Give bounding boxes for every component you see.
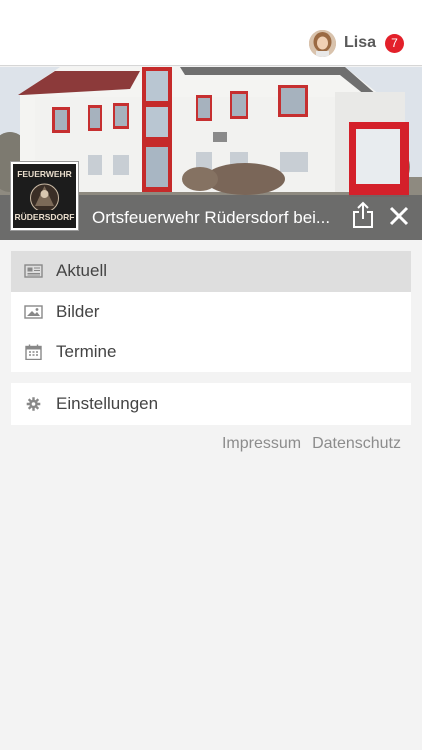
menu-item-einstellungen[interactable]: Einstellungen [11, 383, 411, 425]
footer-links: Impressum Datenschutz [222, 435, 401, 453]
user-menu[interactable]: Lisa 7 [308, 29, 404, 57]
image-icon [24, 305, 43, 319]
menu-item-label: Bilder [56, 301, 100, 321]
notification-badge[interactable]: 7 [385, 33, 404, 53]
svg-text:FEUERWEHR: FEUERWEHR [17, 169, 72, 179]
menu-item-label: Einstellungen [56, 394, 159, 413]
gear-icon [26, 397, 41, 411]
user-name[interactable]: Lisa [344, 34, 376, 52]
menu-item-termine[interactable]: Termine [11, 332, 411, 373]
menu-item-label: Termine [56, 342, 117, 362]
share-icon [353, 201, 373, 228]
menu-item-aktuell[interactable]: Aktuell [11, 251, 411, 292]
organization-logo: FEUERWEHR RÜDERSDORF [11, 162, 78, 230]
close-button[interactable] [389, 206, 409, 226]
menu-item-label: Aktuell [56, 261, 108, 281]
newspaper-icon [24, 264, 43, 278]
settings-menu: Einstellungen [11, 383, 411, 425]
menu-item-bilder[interactable]: Bilder [11, 292, 411, 333]
calendar-icon [25, 344, 42, 361]
navigation-menu: Aktuell Bilder Termine [11, 251, 411, 372]
organization-title: Ortsfeuerwehr Rüdersdorf bei... [92, 208, 331, 227]
hero-banner: FEUERWEHR RÜDERSDORF Ortsfeuerwehr Rüder… [0, 67, 422, 240]
datenschutz-link[interactable]: Datenschutz [312, 435, 401, 453]
close-icon [389, 206, 409, 226]
impressum-link[interactable]: Impressum [222, 435, 301, 453]
svg-text:RÜDERSDORF: RÜDERSDORF [15, 212, 75, 222]
top-bar: Lisa 7 [0, 0, 422, 66]
avatar[interactable] [308, 29, 336, 57]
share-button[interactable] [351, 201, 375, 229]
